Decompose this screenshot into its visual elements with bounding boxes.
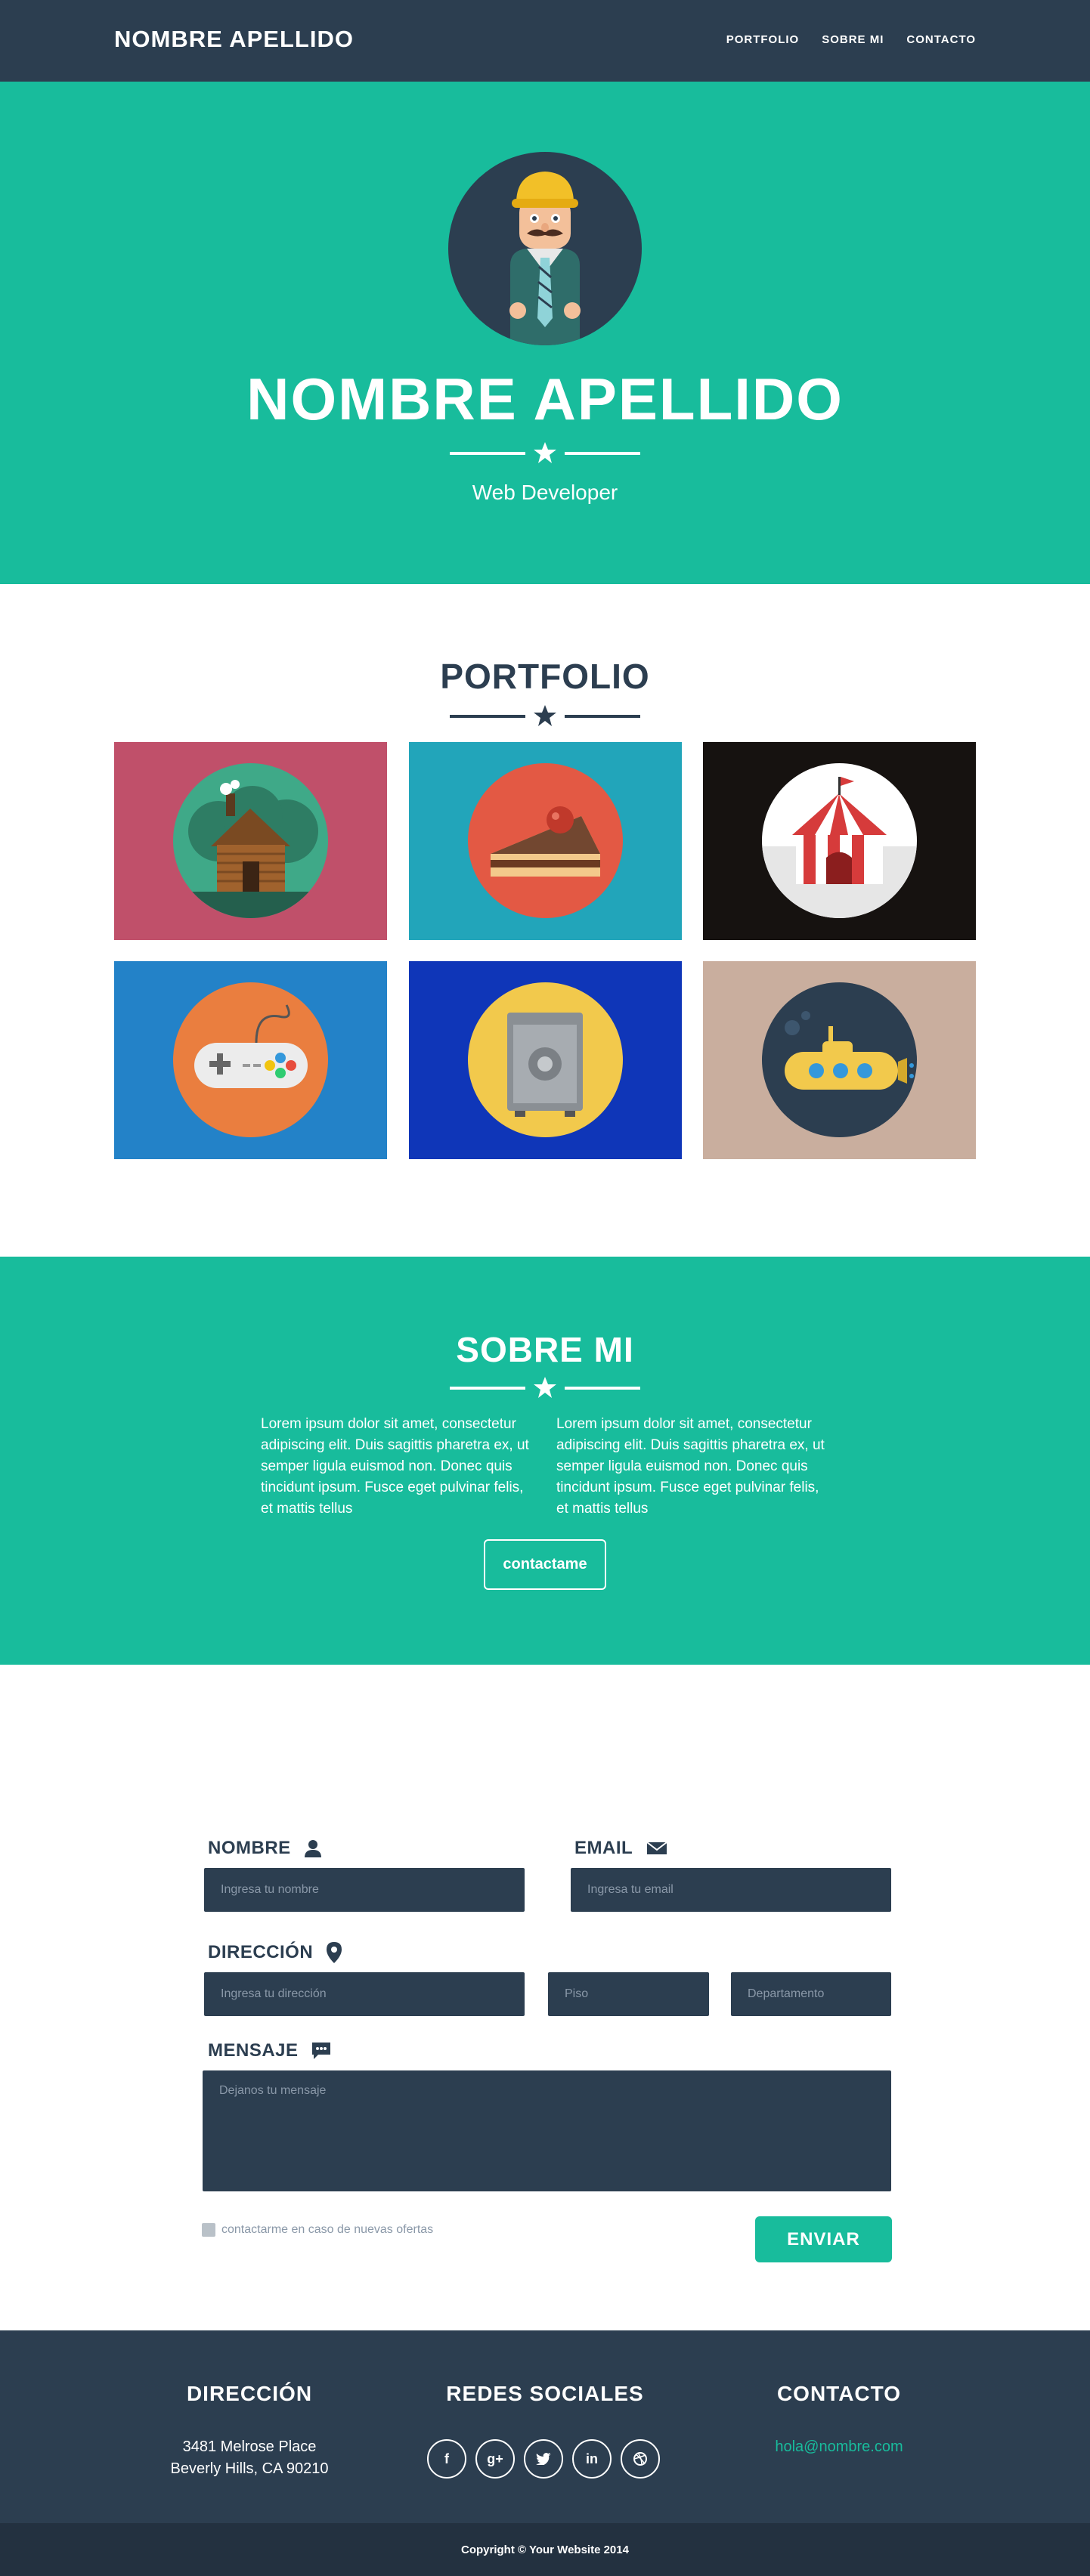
social-links: f g+ in: [427, 2439, 660, 2479]
hero-section: NOMBRE APELLIDO Web Developer: [0, 82, 1090, 584]
footer-contact-title: CONTACTO: [776, 2382, 902, 2405]
address-input[interactable]: Ingresa tu dirección: [204, 1972, 525, 2016]
envelope-icon: [646, 1842, 667, 1854]
floor-input[interactable]: Piso: [548, 1972, 709, 2016]
facebook-icon[interactable]: f: [427, 2439, 466, 2479]
location-pin-icon: [327, 1942, 342, 1963]
contactame-button[interactable]: contactame: [484, 1539, 606, 1590]
about-title: SOBRE MI: [456, 1330, 634, 1369]
star-divider: [450, 441, 640, 464]
game-controller-icon: [173, 982, 328, 1137]
footer-address-line2: Beverly Hills, CA 90210: [170, 2460, 329, 2477]
developer-avatar-icon: [448, 152, 642, 345]
message-textarea[interactable]: Dejanos tu mensaje: [203, 2070, 891, 2191]
star-icon: [534, 442, 556, 463]
offers-checkbox-label: contactarme en caso de nuevas ofertas: [221, 2223, 434, 2236]
portfolio-item-safe[interactable]: [409, 961, 682, 1159]
address-label-text: DIRECCIÓN: [208, 1942, 314, 1962]
footer: DIRECCIÓN 3481 Melrose Place Beverly Hil…: [0, 2330, 1090, 2523]
star-icon: [534, 1377, 556, 1398]
portfolio-item-cabin[interactable]: [114, 742, 387, 940]
offers-checkbox[interactable]: [202, 2223, 215, 2237]
cake-icon: [468, 763, 623, 918]
star-divider: [450, 704, 640, 727]
footer-social-title: REDES SOCIALES: [446, 2382, 644, 2405]
footer-address-title: DIRECCIÓN: [186, 2382, 313, 2405]
email-label-text: EMAIL: [574, 1838, 633, 1858]
portfolio-item-submarine[interactable]: [703, 961, 976, 1159]
portfolio-item-controller[interactable]: [114, 961, 387, 1159]
cabin-icon: [173, 763, 328, 918]
portfolio-item-circus[interactable]: [703, 742, 976, 940]
submarine-icon: [762, 982, 917, 1137]
about-text-left: Lorem ipsum dolor sit amet, consectetur …: [261, 1416, 529, 1517]
email-label: EMAIL: [574, 1838, 667, 1859]
top-navbar: NOMBRE APELLIDO PORTFOLIO SOBRE MI CONTA…: [0, 0, 1090, 82]
apartment-input[interactable]: Departamento: [731, 1972, 891, 2016]
nav-link-sobre-mi[interactable]: SOBRE MI: [822, 33, 884, 46]
nav-link-portfolio[interactable]: PORTFOLIO: [726, 33, 800, 46]
portfolio-title: PORTFOLIO: [440, 657, 650, 696]
google-plus-icon[interactable]: g+: [475, 2439, 515, 2479]
copyright-bar: Copyright © Your Website 2014: [0, 2523, 1090, 2576]
name-label: NOMBRE: [208, 1838, 321, 1859]
message-label: MENSAJE: [208, 2040, 330, 2061]
hero-title: NOMBRE APELLIDO: [246, 366, 844, 432]
name-input[interactable]: Ingresa tu nombre: [204, 1868, 525, 1912]
about-section: SOBRE MI Lorem ipsum dolor sit amet, con…: [0, 1257, 1090, 1665]
user-icon: [304, 1840, 321, 1857]
linkedin-icon[interactable]: in: [572, 2439, 612, 2479]
about-text-right: Lorem ipsum dolor sit amet, consectetur …: [556, 1416, 825, 1517]
brand-logo[interactable]: NOMBRE APELLIDO: [114, 26, 354, 53]
portfolio-item-cake[interactable]: [409, 742, 682, 940]
star-divider: [450, 1376, 640, 1399]
twitter-icon[interactable]: [524, 2439, 563, 2479]
hero-subtitle: Web Developer: [472, 481, 618, 504]
circus-tent-icon: [762, 763, 917, 918]
dribbble-icon[interactable]: [621, 2439, 660, 2479]
star-icon: [534, 705, 556, 726]
chat-bubble-icon: [311, 2043, 330, 2059]
footer-contact-email[interactable]: hola@nombre.com: [726, 2436, 952, 2458]
nav-link-contacto[interactable]: CONTACTO: [906, 33, 976, 46]
safe-icon: [468, 982, 623, 1137]
address-label: DIRECCIÓN: [208, 1942, 342, 1963]
email-input[interactable]: Ingresa tu email: [571, 1868, 891, 1912]
send-button[interactable]: ENVIAR: [755, 2216, 892, 2262]
name-label-text: NOMBRE: [208, 1838, 291, 1858]
nav-links: PORTFOLIO SOBRE MI CONTACTO: [726, 33, 976, 46]
footer-address-line1: 3481 Melrose Place: [182, 2438, 317, 2455]
message-label-text: MENSAJE: [208, 2040, 299, 2061]
offers-checkbox-row[interactable]: contactarme en caso de nuevas ofertas: [202, 2223, 433, 2237]
